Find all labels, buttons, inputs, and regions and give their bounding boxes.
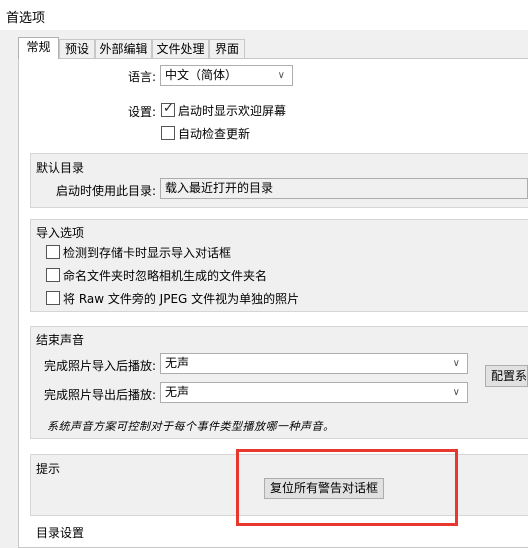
startup-catalog-select[interactable]: 载入最近打开的目录	[160, 178, 528, 199]
show-splash-label: 启动时显示欢迎屏幕	[178, 104, 287, 118]
import-sound-value: 无声	[165, 356, 190, 370]
import-sound-select[interactable]: 无声 ∨	[160, 353, 468, 374]
catalog-settings-title: 目录设置	[36, 526, 85, 540]
tab-file-handling[interactable]: 文件处理	[152, 39, 209, 58]
chevron-down-icon: ∨	[452, 387, 460, 398]
check-updates-label: 自动检查更新	[178, 127, 251, 141]
title-bar: 首选项	[0, 0, 528, 30]
ignore-folder-names-checkbox[interactable]	[46, 268, 60, 282]
startup-catalog-label: 启动时使用此目录:	[55, 184, 156, 198]
highlight-annotation	[236, 449, 458, 526]
tab-presets[interactable]: 预设	[59, 39, 95, 58]
configure-sounds-button[interactable]: 配置系	[485, 365, 528, 387]
completion-sounds-title: 结束声音	[36, 333, 85, 347]
prompts-title: 提示	[36, 462, 61, 476]
language-select[interactable]: 中文（简体） ∨	[160, 65, 293, 86]
chevron-down-icon: ∨	[277, 70, 285, 81]
import-sound-label: 完成照片导入后播放:	[43, 359, 156, 373]
export-sound-select[interactable]: 无声 ∨	[160, 382, 468, 403]
tab-general[interactable]: 常规	[18, 37, 59, 59]
window-title: 首选项	[6, 11, 46, 26]
chevron-down-icon: ∨	[452, 358, 460, 369]
import-dialog-checkbox[interactable]	[46, 245, 60, 259]
sound-scheme-note: 系统声音方案可控制对于每个事件类型播放哪一种声音。	[47, 420, 335, 433]
show-splash-checkbox[interactable]: ✓	[161, 101, 175, 117]
language-value: 中文（简体）	[165, 68, 238, 82]
ignore-folder-names-label: 命名文件夹时忽略相机生成的文件夹名	[63, 269, 268, 283]
check-updates-checkbox[interactable]	[161, 126, 175, 140]
tab-interface[interactable]: 界面	[209, 39, 245, 58]
import-dialog-label: 检测到存储卡时显示导入对话框	[63, 246, 232, 260]
tab-external-editing[interactable]: 外部编辑	[95, 39, 152, 58]
startup-catalog-value: 载入最近打开的目录	[165, 181, 274, 195]
import-options-title: 导入选项	[36, 226, 85, 240]
jpeg-separate-label: 将 Raw 文件旁的 JPEG 文件视为单独的照片	[63, 292, 300, 306]
export-sound-label: 完成照片导出后播放:	[43, 388, 156, 402]
jpeg-separate-checkbox[interactable]	[46, 291, 60, 305]
language-label: 语言:	[127, 70, 156, 84]
default-catalog-title: 默认目录	[36, 161, 85, 175]
settings-label: 设置:	[127, 105, 156, 119]
checkmark-icon: ✓	[163, 101, 174, 116]
export-sound-value: 无声	[165, 385, 190, 399]
